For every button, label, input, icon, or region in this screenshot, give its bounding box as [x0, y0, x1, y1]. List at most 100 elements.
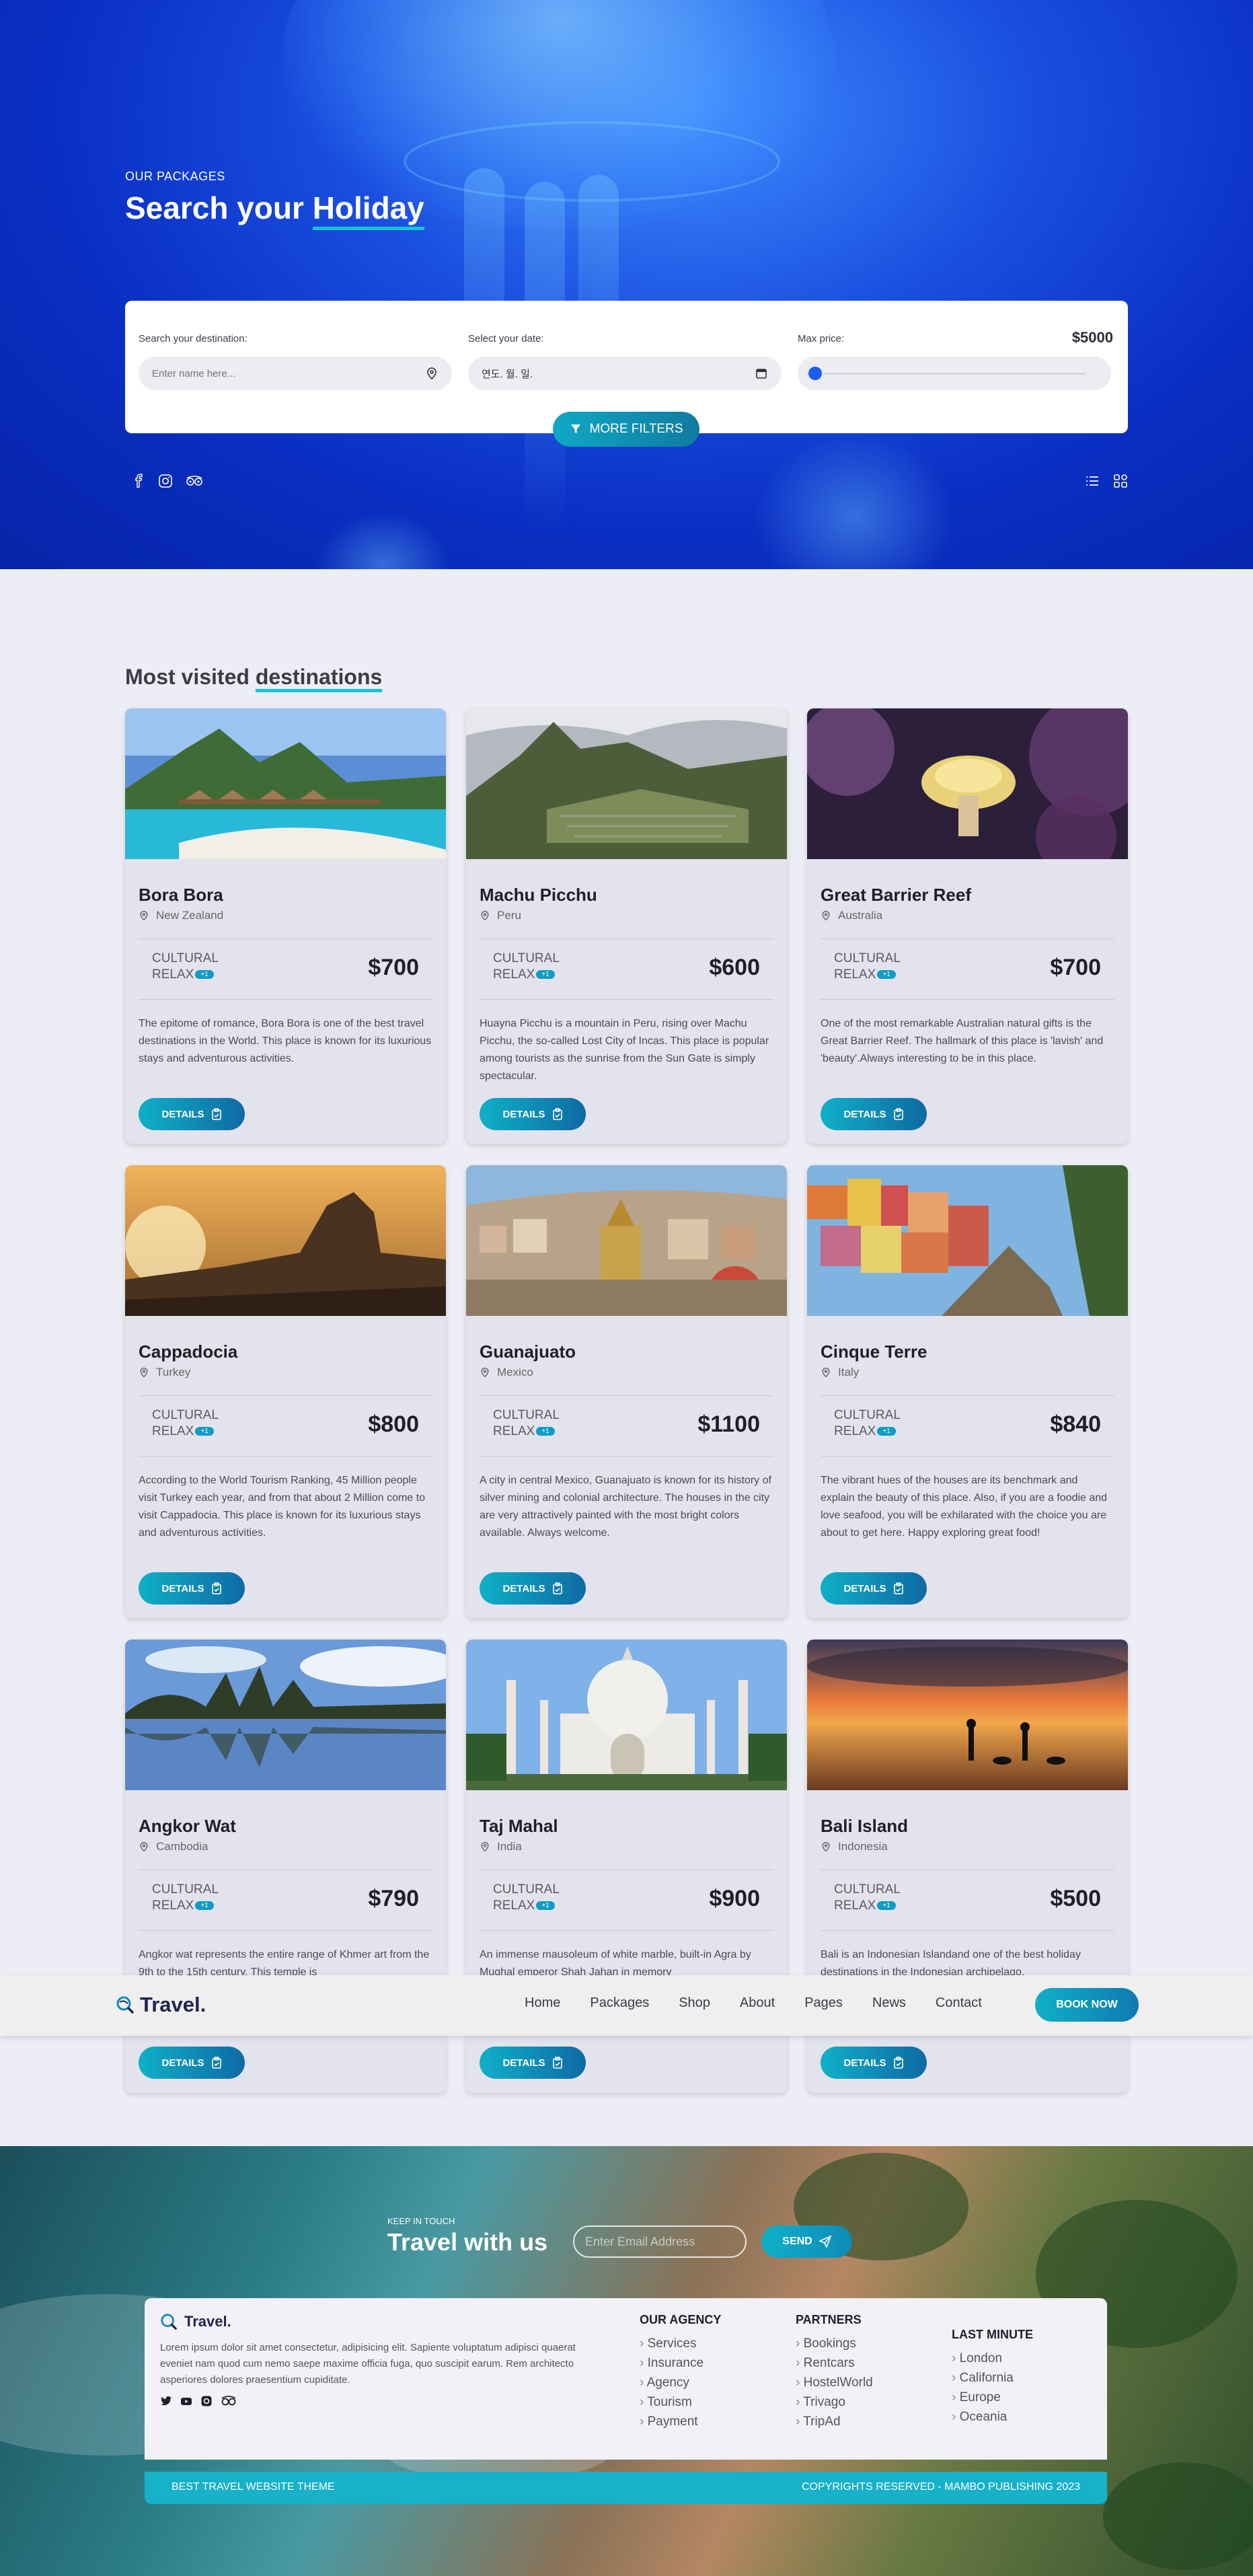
- details-button[interactable]: DETAILS: [821, 1572, 927, 1605]
- footer-link[interactable]: Payment: [640, 2412, 721, 2431]
- footer-logo[interactable]: Travel.: [160, 2313, 231, 2330]
- tag-label-second: RELAX: [152, 1899, 194, 1913]
- book-now-button[interactable]: BOOK NOW: [1035, 1988, 1139, 2022]
- details-button[interactable]: DETAILS: [480, 1572, 586, 1605]
- destination-photo[interactable]: [125, 1165, 446, 1316]
- jellyfish-background: [753, 431, 955, 569]
- footer-panel: Travel. Lorem ipsum dolor sit amet conse…: [145, 2298, 1107, 2460]
- youtube-icon[interactable]: [180, 2395, 192, 2407]
- nav-link-about[interactable]: About: [740, 1995, 775, 2011]
- destination-card: Guanajuato Mexico CULTURAL RELAX +1 $1100…: [466, 1165, 787, 1618]
- tag-count-badge: +1: [536, 1427, 555, 1436]
- destination-input[interactable]: [152, 357, 408, 390]
- email-input[interactable]: [573, 2225, 747, 2258]
- details-button[interactable]: DETAILS: [139, 1098, 245, 1130]
- tag-label: CULTURAL: [493, 951, 560, 965]
- destination-photo[interactable]: [125, 708, 446, 859]
- globe-search-icon: [161, 2314, 177, 2330]
- footer-link[interactable]: Tourism: [640, 2392, 721, 2412]
- destination-location-label: Turkey: [156, 1366, 191, 1378]
- tag-label: RELAX +1: [834, 1899, 896, 1913]
- tag-label: RELAX +1: [834, 1424, 896, 1439]
- destination-photo[interactable]: [807, 708, 1128, 859]
- date-field[interactable]: [468, 357, 782, 390]
- destination-location-label: Cambodia: [156, 1840, 208, 1853]
- instagram-icon[interactable]: [158, 474, 173, 488]
- price-slider[interactable]: [798, 357, 1111, 390]
- details-button[interactable]: DETAILS: [821, 1098, 927, 1130]
- destination-photo[interactable]: [466, 708, 787, 859]
- tripadvisor-icon[interactable]: [221, 2395, 237, 2407]
- tripadvisor-icon[interactable]: [185, 474, 204, 488]
- map-pin-icon: [822, 1367, 830, 1378]
- footer-link[interactable]: TripAd: [796, 2412, 873, 2431]
- globe-search-icon: [116, 1996, 134, 2014]
- destination-field[interactable]: [139, 357, 452, 390]
- destination-location-label: India: [497, 1840, 522, 1853]
- destination-photo[interactable]: [807, 1640, 1128, 1790]
- calendar-icon[interactable]: [755, 367, 768, 380]
- nav-link-contact[interactable]: Contact: [936, 1995, 982, 2011]
- details-button[interactable]: DETAILS: [821, 2047, 927, 2079]
- details-button[interactable]: DETAILS: [480, 1098, 586, 1130]
- destination-description: Huayna Picchu is a mountain in Peru, ris…: [480, 1018, 769, 1082]
- site-logo[interactable]: Travel.: [116, 1993, 206, 2017]
- nav-link-home[interactable]: Home: [525, 1995, 560, 2011]
- details-button[interactable]: DETAILS: [480, 2047, 586, 2079]
- footer-link[interactable]: Agency: [640, 2373, 721, 2392]
- footer-link[interactable]: Trivago: [796, 2392, 873, 2412]
- facebook-icon[interactable]: [131, 474, 146, 488]
- grid-view-icon[interactable]: [1113, 474, 1128, 488]
- footer-link[interactable]: Insurance: [640, 2353, 721, 2373]
- destination-photo[interactable]: [125, 1640, 446, 1790]
- date-label: Select your date:: [468, 333, 544, 344]
- tag-label: RELAX +1: [493, 967, 555, 982]
- site-logo-text: Travel.: [140, 1993, 206, 2016]
- destination-description: One of the most remarkable Australian na…: [821, 1018, 1104, 1064]
- details-label: DETAILS: [843, 1582, 886, 1594]
- nav-link-news[interactable]: News: [872, 1995, 906, 2011]
- footer-link[interactable]: HostelWorld: [796, 2373, 873, 2392]
- nav-link-pages[interactable]: Pages: [804, 1995, 843, 2011]
- hero-title: Search your Holiday: [125, 190, 424, 230]
- details-button[interactable]: DETAILS: [139, 1572, 245, 1605]
- destination-photo[interactable]: [466, 1165, 787, 1316]
- tag-label: RELAX +1: [493, 1899, 555, 1913]
- tag-count-badge: +1: [195, 970, 214, 980]
- tag-label: CULTURAL: [493, 1882, 560, 1897]
- twitter-icon[interactable]: [160, 2395, 172, 2407]
- destination-photo[interactable]: [466, 1640, 787, 1790]
- date-input[interactable]: [482, 357, 737, 390]
- nav-link-packages[interactable]: Packages: [590, 1995, 649, 2011]
- destination-location-label: Australia: [838, 909, 883, 922]
- send-button[interactable]: SEND: [761, 2225, 852, 2258]
- divider: [480, 999, 773, 1000]
- tag-label-second: RELAX: [152, 1424, 194, 1438]
- footer-link[interactable]: Bookings: [796, 2334, 873, 2353]
- hero-social-links: [131, 474, 204, 488]
- details-button[interactable]: DETAILS: [139, 2047, 245, 2079]
- hero-eyebrow: OUR PACKAGES: [125, 170, 225, 183]
- tag-label: CULTURAL: [834, 951, 901, 965]
- destination-location: Peru: [480, 909, 521, 922]
- destination-photo[interactable]: [807, 1165, 1128, 1316]
- footer-link[interactable]: Europe: [952, 2388, 1033, 2407]
- footer-link[interactable]: London: [952, 2349, 1033, 2368]
- instagram-icon[interactable]: [200, 2395, 213, 2407]
- footer-link[interactable]: Services: [640, 2334, 721, 2353]
- footer-link[interactable]: Oceania: [952, 2407, 1033, 2427]
- destination-card: Machu Picchu Peru CULTURAL RELAX +1 $600 …: [466, 708, 787, 1144]
- destination-price: $800: [368, 1411, 419, 1437]
- more-filters-button[interactable]: MORE FILTERS: [553, 412, 699, 447]
- destination-location: Indonesia: [821, 1840, 888, 1853]
- footer-link[interactable]: Rentcars: [796, 2353, 873, 2373]
- tag-label: RELAX +1: [152, 967, 214, 982]
- tag-count-badge: +1: [195, 1427, 214, 1436]
- clipboard-icon: [552, 1108, 562, 1120]
- divider: [821, 1930, 1114, 1931]
- slider-handle[interactable]: [808, 367, 822, 380]
- tag-label-second: RELAX: [834, 1424, 876, 1438]
- list-view-icon[interactable]: [1085, 474, 1100, 488]
- nav-link-shop[interactable]: Shop: [679, 1995, 710, 2011]
- footer-link[interactable]: California: [952, 2368, 1033, 2388]
